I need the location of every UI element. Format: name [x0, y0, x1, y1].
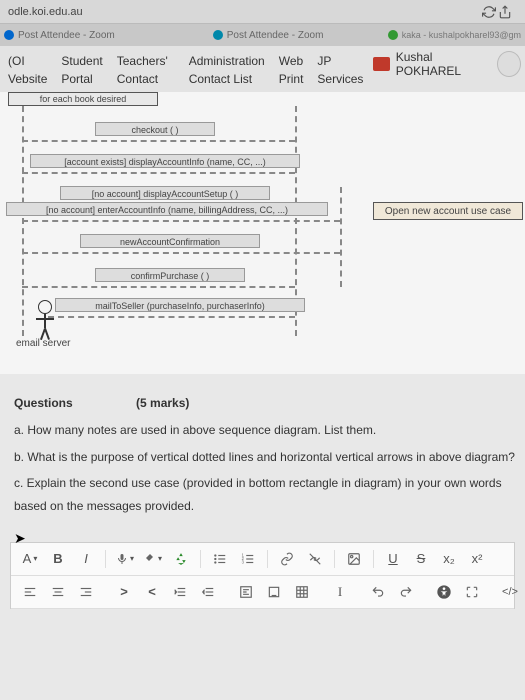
msg-mail-to-seller: mailToSeller (purchaseInfo, purchaserInf… — [55, 298, 305, 312]
outdent-button[interactable] — [195, 580, 221, 604]
fullscreen-button[interactable] — [459, 580, 485, 604]
bullet-list-button[interactable] — [207, 547, 233, 571]
actor-icon — [38, 300, 52, 328]
toolbar-row-1: A B I 123 U S x₂ x² — [11, 543, 514, 576]
avatar[interactable] — [497, 51, 521, 77]
nav-user-area: Kushal POKHAREL — [373, 50, 521, 78]
bold-button[interactable]: B — [45, 547, 71, 571]
underline-button[interactable]: U — [380, 547, 406, 571]
subscript-button[interactable]: x₂ — [436, 547, 462, 571]
browser-address-bar: odle.koi.edu.au — [0, 0, 525, 24]
image-button[interactable] — [341, 547, 367, 571]
questions-heading: Questions — [14, 392, 73, 415]
font-color-button[interactable]: A — [17, 547, 43, 571]
msg-display-account-setup: [no account] displayAccountSetup ( ) — [60, 186, 270, 200]
align-right-button[interactable] — [73, 580, 99, 604]
brush-button[interactable] — [140, 547, 166, 571]
separator — [200, 550, 201, 568]
align-center-button[interactable] — [45, 580, 71, 604]
question-c-cont: based on the messages provided. — [14, 495, 515, 518]
superscript-button[interactable]: x² — [464, 547, 490, 571]
tab-label: Post Attendee - Zoom — [18, 30, 115, 41]
loop-frame-label: for each book desired — [8, 92, 158, 106]
nav-admin-contact[interactable]: Administration Contact List — [185, 50, 275, 90]
share-icon[interactable] — [497, 4, 513, 20]
site-nav: (OI Vebsite Student Portal Teachers' Con… — [0, 46, 525, 92]
strike-button[interactable]: S — [408, 547, 434, 571]
arrow — [22, 252, 340, 254]
rtl-button[interactable]: < — [139, 580, 165, 604]
tab-zoom-2[interactable]: Post Attendee - Zoom — [213, 30, 324, 41]
msg-checkout: checkout ( ) — [95, 122, 215, 136]
italic-button[interactable]: I — [73, 547, 99, 571]
arrow — [22, 286, 295, 288]
undo-button[interactable] — [365, 580, 391, 604]
question-a: a. How many notes are used in above sequ… — [14, 419, 515, 442]
tab-label: kaka - kushalpokharel93@gm — [402, 30, 521, 40]
url-text: odle.koi.edu.au — [8, 6, 83, 18]
nav-student-portal[interactable]: Student Portal — [57, 50, 112, 90]
reload-icon[interactable] — [481, 4, 497, 20]
ltr-button[interactable]: > — [111, 580, 137, 604]
question-b: b. What is the purpose of vertical dotte… — [14, 446, 515, 469]
separator — [105, 550, 106, 568]
recycle-button[interactable] — [168, 547, 194, 571]
arrow — [48, 316, 295, 318]
char-button[interactable] — [261, 580, 287, 604]
nav-koi[interactable]: (OI Vebsite — [4, 50, 57, 90]
link-button[interactable] — [274, 547, 300, 571]
accessibility-button[interactable] — [431, 580, 457, 604]
tab-label: Post Attendee - Zoom — [227, 30, 324, 41]
tab-gmail[interactable]: kaka - kushalpokharel93@gm — [388, 30, 521, 40]
lifeline-3 — [340, 187, 342, 287]
mail-icon — [388, 30, 398, 40]
msg-new-account-confirmation: newAccountConfirmation — [80, 234, 260, 248]
html-button[interactable]: </> — [497, 580, 523, 604]
number-list-button[interactable]: 123 — [235, 547, 261, 571]
msg-enter-account-info: [no account] enterAccountInfo (name, bil… — [6, 202, 328, 216]
question-text: Questions (5 marks) a. How many notes ar… — [0, 374, 525, 528]
questions-marks: (5 marks) — [136, 396, 189, 410]
redo-button[interactable] — [393, 580, 419, 604]
window-tabs: Post Attendee - Zoom Post Attendee - Zoo… — [0, 24, 525, 46]
indent-button[interactable] — [167, 580, 193, 604]
tab-zoom-1[interactable]: Post Attendee - Zoom — [4, 30, 115, 41]
arrow — [22, 140, 295, 142]
msg-confirm-purchase: confirmPurchase ( ) — [95, 268, 245, 282]
toolbar-row-2: > < I </> — [11, 576, 514, 609]
text-cursor-button[interactable]: I — [327, 580, 353, 604]
arrow — [22, 172, 295, 174]
separator — [267, 550, 268, 568]
rich-text-toolbar: A B I 123 U S x₂ x² > < I — [10, 542, 515, 609]
zoom-icon — [213, 30, 223, 40]
equation-button[interactable] — [233, 580, 259, 604]
zoom-icon — [4, 30, 14, 40]
table-button[interactable] — [289, 580, 315, 604]
separator — [373, 550, 374, 568]
align-left-button[interactable] — [17, 580, 43, 604]
sequence-diagram: for each book desired Open new account u… — [0, 92, 525, 374]
user-name[interactable]: Kushal POKHAREL — [396, 50, 492, 78]
msg-display-account-info: [account exists] displayAccountInfo (nam… — [30, 154, 300, 168]
separator — [334, 550, 335, 568]
question-c: c. Explain the second use case (provided… — [14, 472, 515, 495]
nav-jp-services[interactable]: JP Services — [313, 50, 373, 90]
arrow — [22, 220, 340, 222]
nav-web-print[interactable]: Web Print — [275, 50, 314, 90]
actor-label: email server — [16, 338, 70, 349]
open-account-use-case: Open new account use case — [373, 202, 523, 220]
unlink-button[interactable] — [302, 547, 328, 571]
mic-button[interactable] — [112, 547, 138, 571]
messages-icon[interactable] — [373, 57, 389, 71]
svg-text:3: 3 — [242, 560, 245, 565]
